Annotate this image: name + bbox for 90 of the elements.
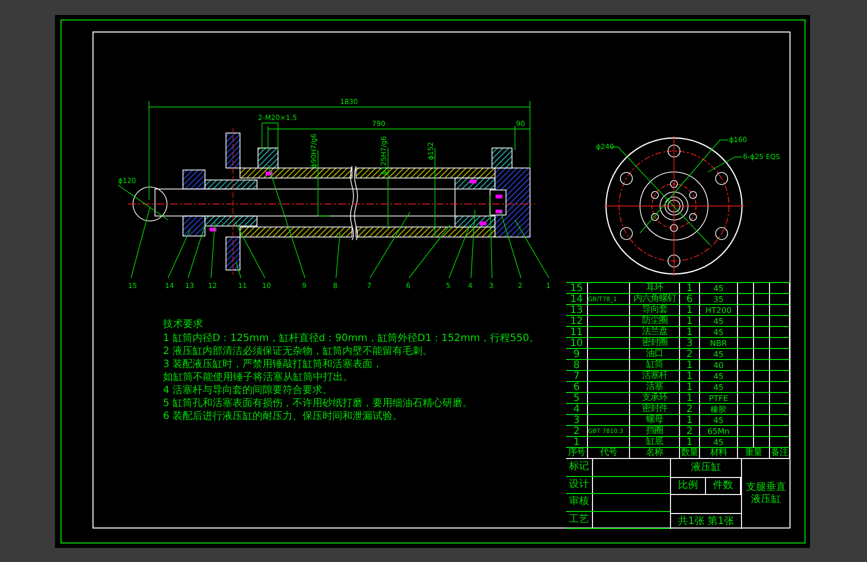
column-header: 序号 bbox=[566, 448, 588, 459]
table-cell: 缸底 bbox=[630, 437, 680, 448]
table-cell: 1 bbox=[680, 283, 700, 294]
table-cell: 缸筒 bbox=[630, 360, 680, 371]
column-header: 备注 bbox=[770, 448, 790, 459]
column-header: 名称 bbox=[630, 448, 680, 459]
leader-line bbox=[210, 222, 216, 278]
leader-line bbox=[370, 212, 410, 278]
requirements-title: 技术要求 bbox=[163, 318, 204, 331]
table-cell: 1 bbox=[680, 415, 700, 426]
table-cell: 密封圈 bbox=[630, 338, 680, 349]
label-text: 标记 bbox=[566, 459, 593, 476]
table-cell: 油口 bbox=[630, 349, 680, 360]
label-text: 工艺 bbox=[566, 512, 593, 528]
sheet-info: 共1张 第1张 bbox=[677, 514, 735, 529]
table-cell: 1 bbox=[566, 437, 588, 448]
table-cell: 6 bbox=[566, 382, 588, 393]
leader-line bbox=[336, 232, 340, 278]
table-cell: 45 bbox=[700, 382, 738, 393]
column-header: 数量 bbox=[680, 448, 700, 459]
table-cell: 13 bbox=[566, 305, 588, 316]
label-text: 审核 bbox=[566, 494, 593, 510]
requirement-text: 3 装配液压缸时，严禁用锤敲打缸筒和活塞表面， bbox=[163, 358, 384, 371]
table-cell: 45 bbox=[700, 415, 738, 426]
table-cell: 3 bbox=[680, 338, 700, 349]
table-cell: 15 bbox=[566, 283, 588, 294]
table-cell: 5 bbox=[566, 393, 588, 404]
table-cell: 1 bbox=[680, 371, 700, 382]
column-header: 材料 bbox=[700, 448, 738, 459]
leader-line bbox=[130, 206, 150, 278]
table-cell: 1 bbox=[680, 382, 700, 393]
drawing-title: 支腿垂直液压缸 bbox=[745, 482, 787, 506]
table-cell: 活塞杆 bbox=[630, 371, 680, 382]
label-text: 件数 bbox=[706, 478, 741, 494]
label-text: 比例 bbox=[671, 478, 706, 494]
part-name: 液压缸 bbox=[671, 459, 741, 478]
table-cell: 1 bbox=[680, 316, 700, 327]
table-cell: 1 bbox=[680, 305, 700, 316]
table-cell: 3 bbox=[566, 415, 588, 426]
table-cell: 45 bbox=[700, 327, 738, 338]
table-cell: 耳环 bbox=[630, 283, 680, 294]
table-cell: PTFE bbox=[700, 393, 738, 404]
table-cell: 2 bbox=[680, 349, 700, 360]
requirement-text: 1 缸筒内径D：125mm，缸杆直径d：90mm，缸筒外径D1：152mm，行程550。 bbox=[163, 332, 540, 345]
table-cell: 9 bbox=[566, 349, 588, 360]
table-cell: 2 bbox=[680, 426, 700, 437]
table-cell: 7 bbox=[566, 371, 588, 382]
table-cell: 40 bbox=[700, 360, 738, 371]
table-cell: 2 bbox=[680, 404, 700, 415]
column-header: 重量 bbox=[738, 448, 770, 459]
table-cell: 法兰盘 bbox=[630, 327, 680, 338]
table-cell: NBR bbox=[700, 338, 738, 349]
table-cell: 导向套 bbox=[630, 305, 680, 316]
leader-line bbox=[188, 224, 206, 278]
table-cell: 12 bbox=[566, 316, 588, 327]
leader-line bbox=[168, 230, 190, 278]
table-cell: 10 bbox=[566, 338, 588, 349]
table-cell: 6 bbox=[680, 294, 700, 305]
table-cell: 密封件 bbox=[630, 404, 680, 415]
table-cell: 内六角螺钉 bbox=[630, 294, 680, 305]
table-cell: 45 bbox=[700, 316, 738, 327]
table-cell: 挡圈 bbox=[630, 426, 680, 437]
table-cell: 1 bbox=[680, 393, 700, 404]
table-cell: 65Mn bbox=[700, 426, 738, 437]
table-cell: 45 bbox=[700, 349, 738, 360]
requirement-text: 5 缸筒孔和活塞表面有损伤，不许用砂纸打磨，要用细油石精心研磨。 bbox=[163, 397, 474, 410]
table-cell: 8 bbox=[566, 360, 588, 371]
table-cell: 活塞 bbox=[630, 382, 680, 393]
table-cell: 1 bbox=[680, 327, 700, 338]
table-cell: 4 bbox=[566, 404, 588, 415]
table-cell: 45 bbox=[700, 283, 738, 294]
requirement-text: 如缸筒不能使用锤子将活塞从缸筒中打出。 bbox=[163, 371, 354, 384]
table-cell: 35 bbox=[700, 294, 738, 305]
table-cell: 2 bbox=[566, 426, 588, 437]
table-cell: 防尘圈 bbox=[630, 316, 680, 327]
table-cell: 45 bbox=[700, 371, 738, 382]
table-cell: 螺母 bbox=[630, 415, 680, 426]
table-cell: 45 bbox=[700, 437, 738, 448]
table-cell: 1 bbox=[680, 360, 700, 371]
table-cell: 橡胶 bbox=[700, 404, 738, 415]
table-cell: 1 bbox=[680, 437, 700, 448]
requirement-text: 2 液压缸内部清洁必须保证无杂物，缸筒内壁不能留有毛刺。 bbox=[163, 345, 434, 358]
requirement-text: 6 装配后进行液压缸的耐压力、保压时间和泄漏试验。 bbox=[163, 410, 404, 423]
label-text: 设计 bbox=[566, 476, 593, 493]
table-cell: HT200 bbox=[700, 305, 738, 316]
column-header: 代号 bbox=[588, 448, 630, 459]
table-cell: 14 bbox=[566, 294, 588, 305]
table-cell: 11 bbox=[566, 327, 588, 338]
table-cell: 支承环 bbox=[630, 393, 680, 404]
requirement-text: 4 活塞杆与导向套的间隙要符合要求。 bbox=[163, 384, 334, 397]
